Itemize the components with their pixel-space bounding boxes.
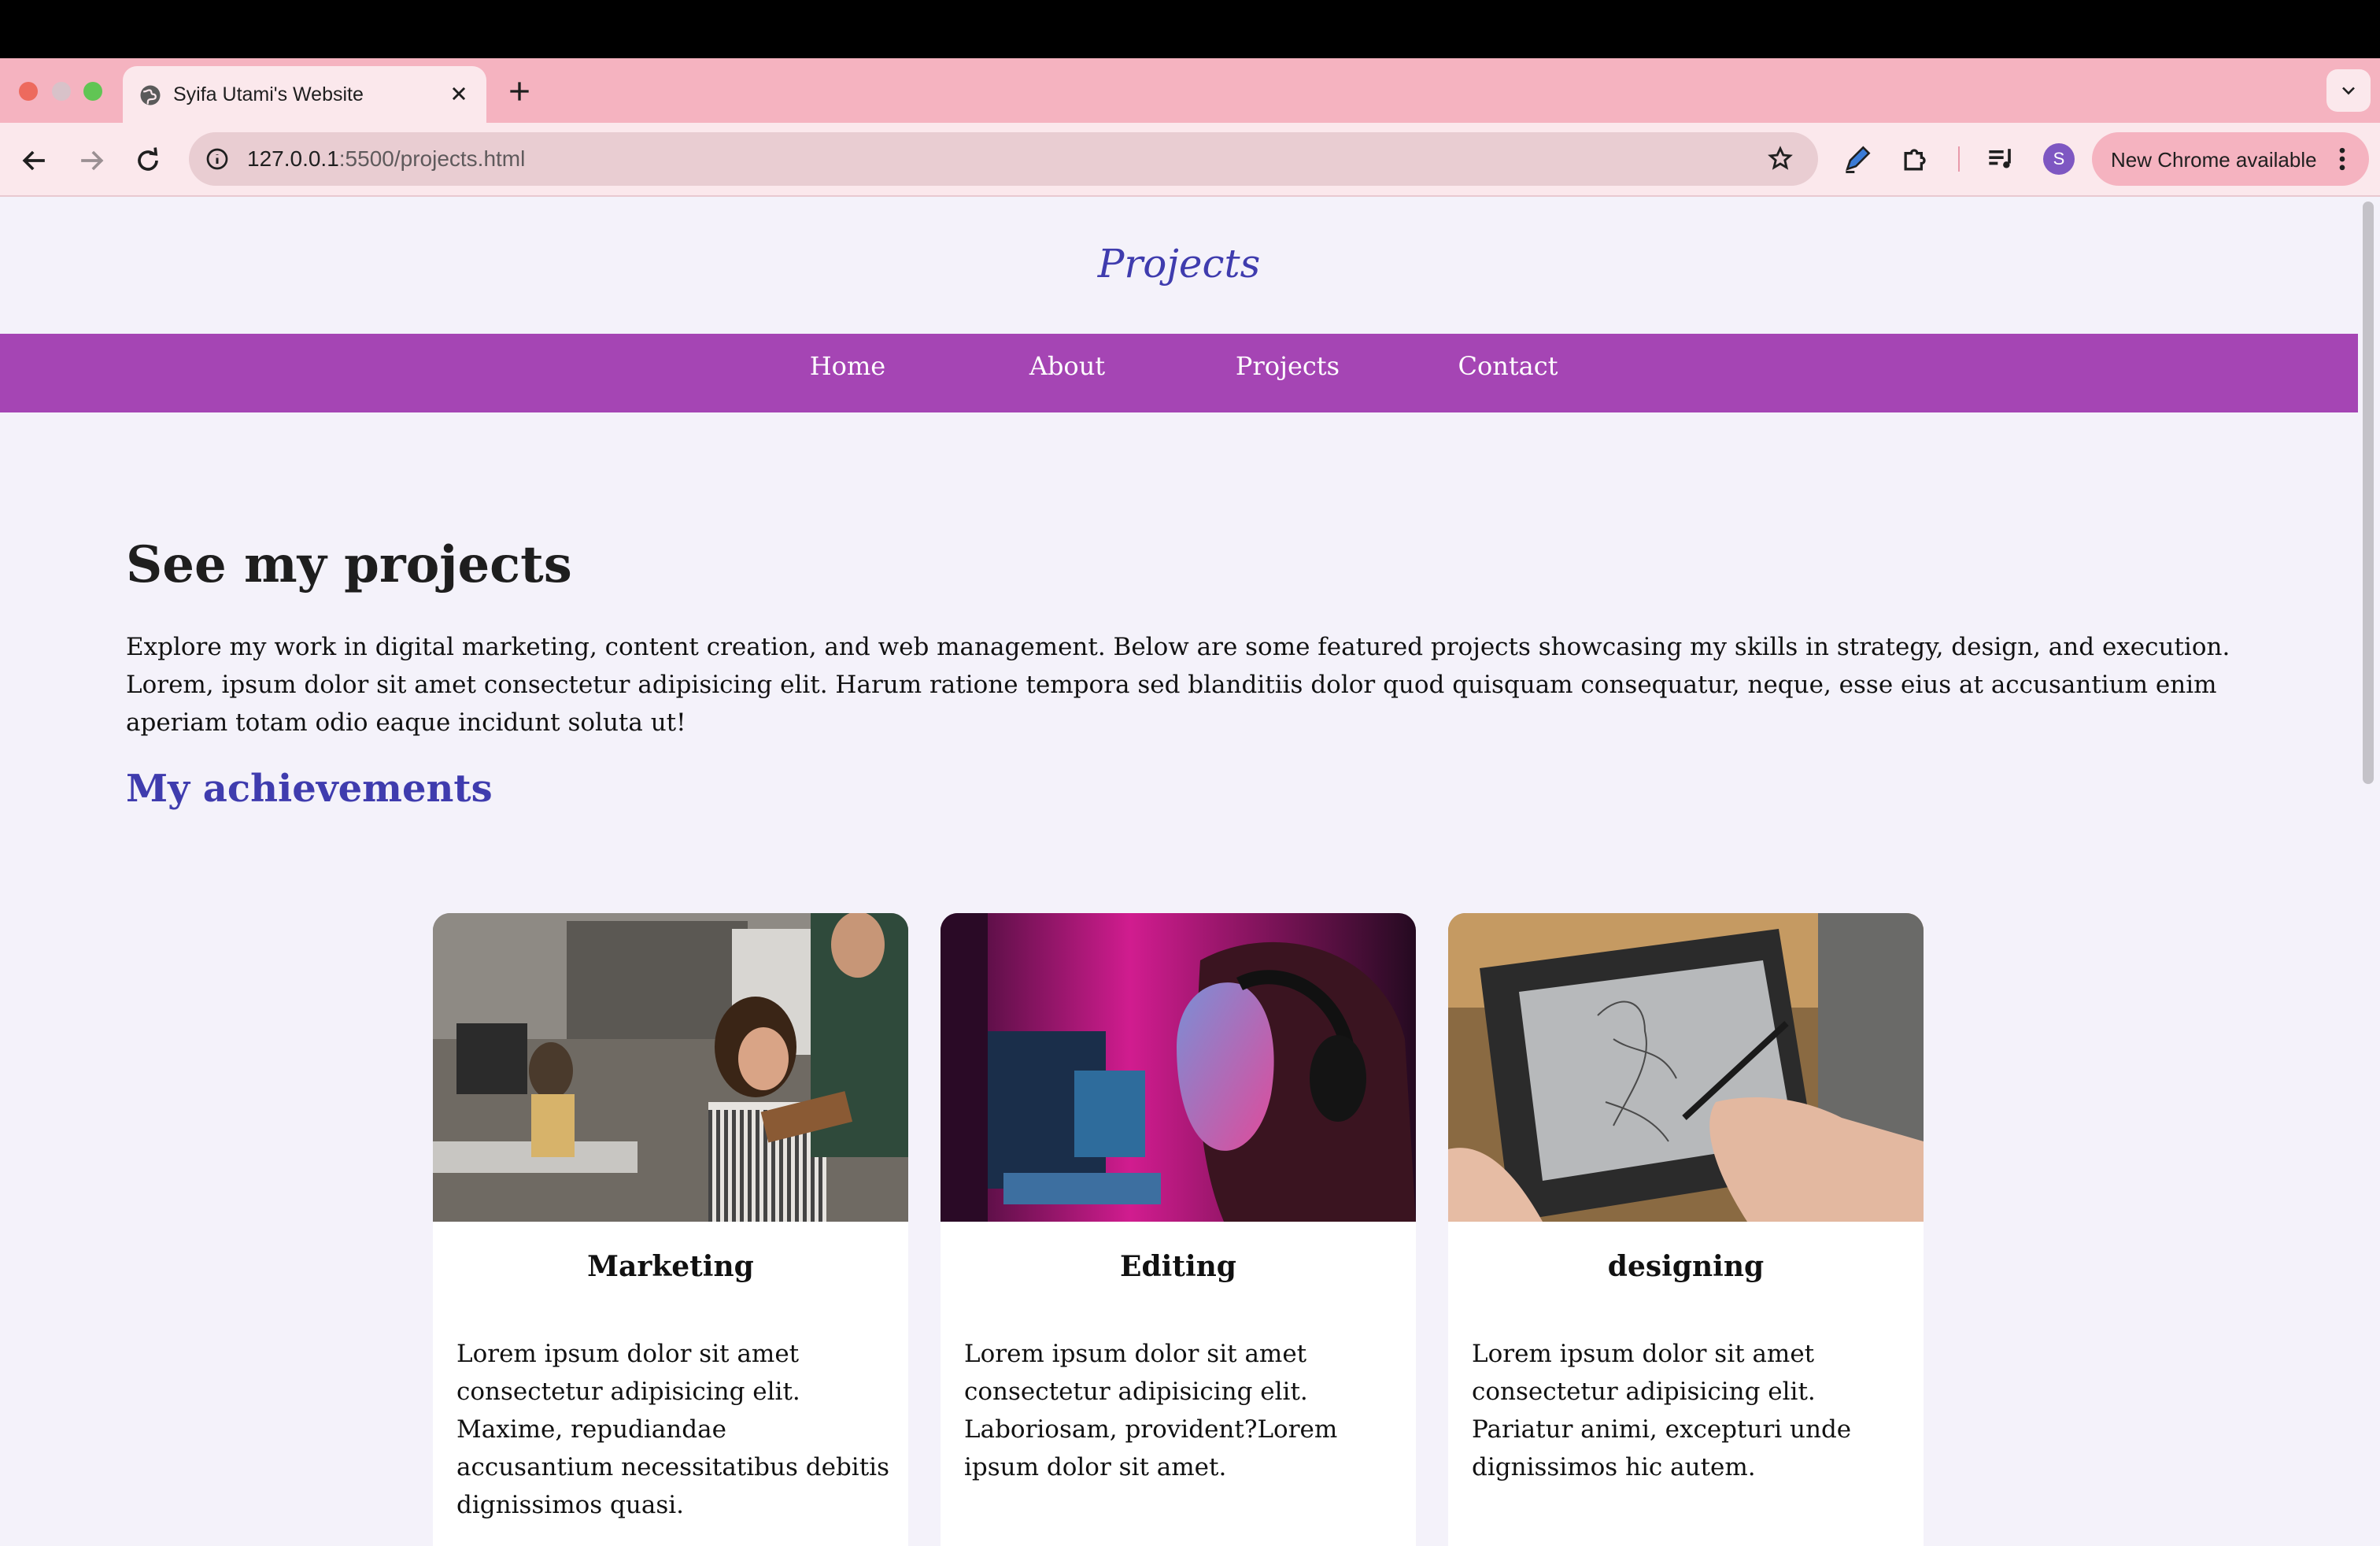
globe-icon <box>140 85 161 105</box>
new-chrome-available-button[interactable]: New Chrome available <box>2092 132 2369 186</box>
site-nav: Home About Projects Contact <box>0 334 2358 412</box>
project-card-editing: Editing Lorem ipsum dolor sit amet conse… <box>941 913 1416 1546</box>
reload-icon[interactable] <box>131 143 165 178</box>
card-title: Editing <box>1120 1250 1236 1283</box>
forward-arrow-icon[interactable] <box>74 143 109 178</box>
url-host: 127.0.0.1 <box>247 146 339 171</box>
new-tab-icon[interactable] <box>504 76 535 107</box>
minimize-window-button[interactable] <box>52 82 71 101</box>
bookmark-star-icon[interactable] <box>1765 143 1796 175</box>
media-queue-icon[interactable] <box>1983 142 2018 176</box>
designing-photo <box>1448 913 1924 1222</box>
tab-active[interactable]: Syifa Utami's Website <box>123 66 486 123</box>
card-text: Lorem ipsum dolor sit amet consectetur a… <box>1472 1340 1852 1481</box>
chevron-down-icon <box>2342 87 2355 95</box>
achievements-heading: My achievements <box>126 767 493 811</box>
back-arrow-icon[interactable] <box>17 143 52 178</box>
update-label: New Chrome available <box>2111 148 2317 172</box>
intro-paragraph: Explore my work in digital marketing, co… <box>126 633 2230 737</box>
more-vertical-icon[interactable] <box>2326 143 2358 175</box>
site-title: Projects <box>1097 241 1261 287</box>
page-heading: See my projects <box>126 535 572 594</box>
maximize-window-button[interactable] <box>83 82 102 101</box>
card-title: designing <box>1607 1250 1765 1283</box>
nav-link-home[interactable]: Home <box>769 351 926 381</box>
tab-title: Syifa Utami's Website <box>173 83 364 105</box>
close-tab-icon[interactable] <box>445 80 472 107</box>
site-info-icon[interactable] <box>203 145 231 173</box>
system-menubar <box>0 0 2380 58</box>
marketing-photo <box>433 913 908 1222</box>
pen-extension-icon[interactable] <box>1840 142 1875 176</box>
project-card-marketing: Marketing Lorem ipsum dolor sit amet con… <box>433 913 908 1546</box>
project-card-designing: designing Lorem ipsum dolor sit amet con… <box>1448 913 1924 1546</box>
url-text: 127.0.0.1:5500/projects.html <box>247 146 525 172</box>
profile-avatar[interactable]: S <box>2043 143 2075 175</box>
card-title: Marketing <box>587 1250 754 1283</box>
nav-link-projects[interactable]: Projects <box>1209 351 1366 381</box>
card-text: Lorem ipsum dolor sit amet consectetur a… <box>456 1340 889 1519</box>
nav-link-about[interactable]: About <box>989 351 1146 381</box>
page-viewport: Projects Home About Projects Contact See… <box>0 197 2358 1546</box>
nav-link-contact[interactable]: Contact <box>1429 351 1587 381</box>
extensions-puzzle-icon[interactable] <box>1898 142 1933 176</box>
card-text: Lorem ipsum dolor sit amet consectetur a… <box>964 1340 1338 1481</box>
editing-photo <box>941 913 1416 1222</box>
url-path: :5500/projects.html <box>338 146 526 171</box>
address-bar[interactable]: 127.0.0.1:5500/projects.html <box>189 132 1818 186</box>
scrollbar-thumb[interactable] <box>2363 202 2374 784</box>
tab-search-button[interactable] <box>2326 69 2371 112</box>
close-window-button[interactable] <box>19 82 38 101</box>
toolbar-separator <box>1958 146 1960 172</box>
